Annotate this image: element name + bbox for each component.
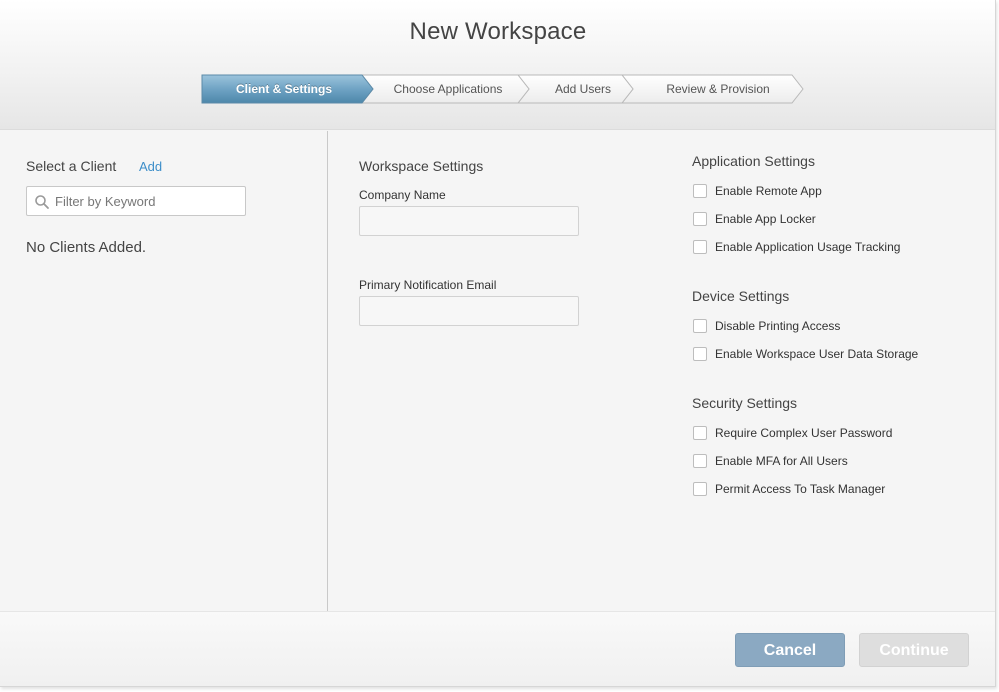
new-workspace-window: New Workspace Client & Settings Choose A… — [0, 0, 996, 687]
search-icon — [35, 195, 49, 209]
wizard-header: New Workspace Client & Settings Choose A… — [0, 0, 995, 130]
option-user-data-storage[interactable]: Enable Workspace User Data Storage — [692, 346, 918, 362]
settings-options: Application Settings Enable Remote App E… — [692, 131, 992, 551]
client-panel: Select a Client Add No Clients Added. — [0, 131, 328, 611]
wizard-steps-graphic — [201, 74, 804, 104]
option-enable-app-locker[interactable]: Enable App Locker — [692, 211, 816, 227]
enable-app-locker-checkbox[interactable] — [693, 212, 707, 226]
option-label: Enable Application Usage Tracking — [715, 240, 901, 254]
application-settings-heading: Application Settings — [692, 153, 815, 169]
complex-password-checkbox[interactable] — [693, 426, 707, 440]
notification-email-label: Primary Notification Email — [359, 278, 497, 292]
option-label: Enable Workspace User Data Storage — [715, 347, 919, 361]
option-enable-mfa[interactable]: Enable MFA for All Users — [692, 453, 848, 469]
notification-email-field[interactable] — [359, 296, 579, 326]
user-data-storage-checkbox[interactable] — [693, 347, 707, 361]
option-label: Disable Printing Access — [715, 319, 841, 333]
continue-button[interactable]: Continue — [859, 633, 969, 667]
no-clients-message: No Clients Added. — [26, 239, 147, 256]
workspace-settings-heading: Workspace Settings — [359, 158, 484, 174]
option-enable-remote-app[interactable]: Enable Remote App — [692, 183, 822, 199]
option-complex-password[interactable]: Require Complex User Password — [692, 425, 892, 441]
step-client-settings[interactable]: Client & Settings — [202, 81, 366, 97]
option-label: Enable Remote App — [715, 184, 822, 198]
cancel-button[interactable]: Cancel — [735, 633, 845, 667]
select-client-heading: Select a Client — [26, 158, 117, 174]
workspace-settings-section: Workspace Settings Company Name Primary … — [359, 131, 659, 431]
enable-remote-app-checkbox[interactable] — [693, 184, 707, 198]
dialog-footer: Cancel Continue — [0, 611, 995, 686]
option-label: Enable App Locker — [715, 212, 816, 226]
step-choose-applications[interactable]: Choose Applications — [373, 81, 523, 97]
step-review-provision[interactable]: Review & Provision — [633, 81, 803, 97]
option-task-manager[interactable]: Permit Access To Task Manager — [692, 481, 885, 497]
device-settings-heading: Device Settings — [692, 288, 790, 304]
task-manager-checkbox[interactable] — [693, 482, 707, 496]
step-add-users[interactable]: Add Users — [529, 81, 637, 97]
enable-usage-tracking-checkbox[interactable] — [693, 240, 707, 254]
client-filter-input[interactable] — [55, 187, 243, 215]
company-name-label: Company Name — [359, 188, 446, 202]
security-settings-heading: Security Settings — [692, 395, 798, 411]
enable-mfa-checkbox[interactable] — [693, 454, 707, 468]
option-enable-usage-tracking[interactable]: Enable Application Usage Tracking — [692, 239, 900, 255]
disable-printing-checkbox[interactable] — [693, 319, 707, 333]
wizard-steps: Client & Settings Choose Applications Ad… — [0, 0, 995, 130]
option-disable-printing[interactable]: Disable Printing Access — [692, 318, 840, 334]
option-label: Enable MFA for All Users — [715, 454, 848, 468]
client-filter[interactable] — [26, 186, 246, 216]
option-label: Require Complex User Password — [715, 426, 893, 440]
company-name-field[interactable] — [359, 206, 579, 236]
add-client-link[interactable]: Add — [139, 159, 162, 174]
option-label: Permit Access To Task Manager — [715, 482, 886, 496]
